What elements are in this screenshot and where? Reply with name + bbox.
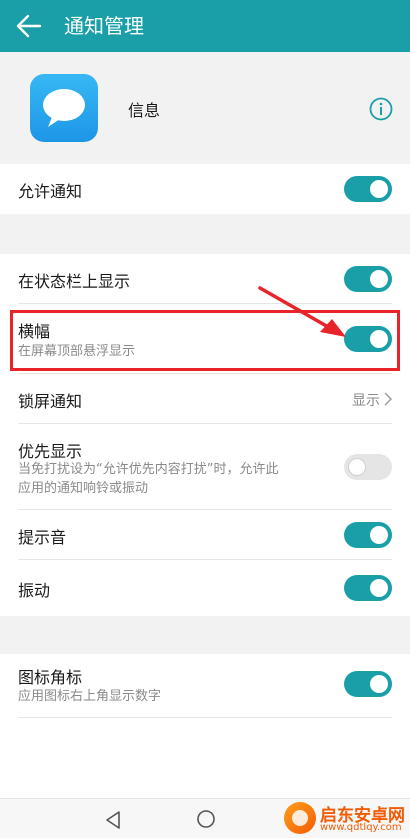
allow-notifications-toggle[interactable] — [344, 176, 392, 202]
allow-notifications-label: 允许通知 — [18, 182, 83, 201]
sound-row[interactable]: 提示音 — [0, 510, 410, 560]
vibrate-label: 振动 — [18, 581, 51, 600]
app-header: 信息 — [0, 52, 410, 164]
site-watermark: 启东安卓网 www.qdtlqy.com — [282, 798, 410, 838]
nav-home-icon[interactable] — [196, 809, 216, 829]
watermark-logo-icon — [284, 802, 316, 834]
priority-description-line2: 应用的通知响铃或振动 — [18, 481, 149, 496]
vibrate-toggle[interactable] — [344, 575, 392, 601]
arrow-left-icon[interactable] — [14, 12, 44, 40]
allow-notifications-row[interactable]: 允许通知 — [0, 164, 410, 214]
chat-bubble-icon — [30, 74, 98, 142]
lock-screen-row[interactable]: 锁屏通知 显示 — [0, 374, 410, 424]
priority-description-line1: 当免打扰设为“允许优先内容打扰”时，允许此 — [18, 462, 279, 477]
nav-back-icon[interactable] — [104, 810, 122, 830]
annotation-arrow-icon — [258, 286, 346, 337]
sound-toggle[interactable] — [344, 522, 392, 548]
watermark-url: www.qdtlqy.com — [320, 822, 402, 833]
priority-label: 优先显示 — [18, 442, 83, 461]
app-name: 信息 — [128, 101, 161, 120]
sound-label: 提示音 — [18, 528, 67, 547]
badge-toggle[interactable] — [344, 671, 392, 697]
chevron-right-icon — [384, 392, 393, 406]
priority-row[interactable]: 优先显示 当免打扰设为“允许优先内容打扰”时，允许此 应用的通知响铃或振动 — [0, 424, 410, 510]
lock-screen-label: 锁屏通知 — [18, 392, 83, 411]
top-app-bar: 通知管理 — [0, 0, 410, 52]
badge-label: 图标角标 — [18, 668, 83, 687]
status-bar-label: 在状态栏上显示 — [18, 272, 131, 291]
content-filler — [0, 718, 410, 798]
badge-row[interactable]: 图标角标 应用图标右上角显示数字 — [0, 654, 410, 718]
info-circle-icon[interactable] — [369, 97, 393, 121]
page-title: 通知管理 — [64, 14, 144, 38]
vibrate-row[interactable]: 振动 — [0, 560, 410, 616]
badge-description: 应用图标右上角显示数字 — [18, 689, 162, 704]
priority-toggle[interactable] — [344, 454, 392, 480]
lock-screen-value: 显示 — [352, 393, 380, 409]
